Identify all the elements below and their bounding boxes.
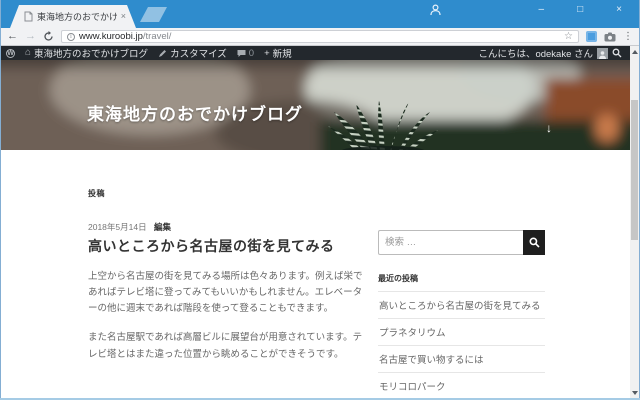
recent-post-link[interactable]: 名古屋で買い物するには <box>378 345 545 372</box>
close-button-icon[interactable]: × <box>616 5 622 15</box>
home-icon: ⌂ <box>25 47 32 58</box>
admin-greeting[interactable]: こんにちは、odekake さん <box>478 46 593 60</box>
scrollbar-down-icon[interactable] <box>630 388 639 397</box>
chrome-menu-icon[interactable]: ⋮ <box>623 31 633 42</box>
customize-pencil-icon <box>159 49 167 57</box>
scrollbar-up-icon[interactable] <box>630 47 639 56</box>
post-date: 2018年5月14日 <box>88 222 147 232</box>
extension-icon-blue[interactable] <box>586 31 597 42</box>
post-meta: 2018年5月14日 編集 <box>88 221 365 233</box>
site-header-image: 東海地方のおでかけブログ ↓ <box>0 60 640 150</box>
browser-window: 東海地方のおでかけブログ × – □ × ← → i www.kuroobi.j… <box>0 0 640 400</box>
url-host: www.kuroobi.jp <box>79 31 143 42</box>
tab-close-icon[interactable]: × <box>121 12 126 21</box>
search-widget <box>378 230 545 255</box>
window-controls: – □ × <box>539 0 622 20</box>
recent-post-link[interactable]: 高いところから名古屋の街を見てみる <box>378 291 545 318</box>
window-border <box>0 0 1 400</box>
new-label: 新規 <box>272 49 292 60</box>
extension-camera-icon[interactable] <box>604 32 616 42</box>
admin-bar-comments[interactable]: 0 <box>237 48 254 59</box>
customize-label: カスタマイズ <box>170 49 227 60</box>
recent-post-link[interactable]: モリコロパーク <box>378 372 545 399</box>
bookmark-star-icon[interactable]: ☆ <box>564 31 573 42</box>
browser-toolbar: ← → i www.kuroobi.jp/travel/ ☆ ⋮ <box>0 28 640 46</box>
recent-post-link[interactable]: プラネタリウム <box>378 318 545 345</box>
plus-icon: + <box>264 47 270 59</box>
minimize-button-icon[interactable]: – <box>539 5 545 15</box>
scroll-down-arrow-icon[interactable]: ↓ <box>546 122 552 134</box>
wp-admin-bar: W ⌂ 東海地方のおでかけブログ カスタマイズ 0 + 新規 こんにちは、ode… <box>0 46 640 60</box>
blog-title[interactable]: 東海地方のおでかけブログ <box>87 100 303 125</box>
comments-count: 0 <box>248 47 255 59</box>
sidebar: 最近の投稿 高いところから名古屋の街を見てみる プラネタリウム 名古屋で買い物す… <box>378 230 545 400</box>
page-info-icon[interactable]: i <box>67 32 75 41</box>
page-scrollbar[interactable] <box>630 46 639 398</box>
user-avatar[interactable] <box>597 47 608 59</box>
reload-icon[interactable] <box>43 31 54 42</box>
post-edit-link[interactable]: 編集 <box>154 222 171 232</box>
main-column: 投稿 2018年5月14日 編集 高いところから名古屋の街を見てみる 上空から名… <box>88 188 365 400</box>
recent-posts-heading: 最近の投稿 <box>378 274 418 283</box>
admin-bar-new[interactable]: + 新規 <box>264 46 292 61</box>
comment-bubble-icon <box>237 49 246 57</box>
search-icon <box>529 237 540 248</box>
admin-bar-site-name[interactable]: ⌂ 東海地方のおでかけブログ <box>25 46 149 61</box>
wordpress-logo-icon[interactable]: W <box>6 48 15 58</box>
post-title[interactable]: 高いところから名古屋の街を見てみる <box>88 236 365 256</box>
maximize-button-icon[interactable]: □ <box>577 5 583 15</box>
archive-label: 投稿 <box>88 189 105 198</box>
new-tab-button[interactable] <box>140 7 167 22</box>
admin-search-icon[interactable] <box>612 48 622 58</box>
page-favicon-icon <box>24 11 33 22</box>
admin-bar-customize[interactable]: カスタマイズ <box>158 46 227 60</box>
search-input[interactable] <box>378 230 523 255</box>
page-viewport: W ⌂ 東海地方のおでかけブログ カスタマイズ 0 + 新規 こんにちは、ode… <box>0 46 640 400</box>
post-article: 2018年5月14日 編集 高いところから名古屋の街を見てみる 上空から名古屋の… <box>88 221 365 363</box>
profile-icon[interactable] <box>429 3 442 16</box>
search-button[interactable] <box>523 230 545 255</box>
page-body: 投稿 2018年5月14日 編集 高いところから名古屋の街を見てみる 上空から名… <box>0 150 640 400</box>
back-icon[interactable]: ← <box>7 31 18 42</box>
forward-icon[interactable]: → <box>25 31 36 42</box>
tab-title: 東海地方のおでかけブログ <box>37 12 117 22</box>
url-address-bar[interactable]: i www.kuroobi.jp/travel/ ☆ <box>61 30 579 43</box>
recent-posts-list: 高いところから名古屋の街を見てみる プラネタリウム 名古屋で買い物するには モリ… <box>378 291 545 400</box>
site-name-label: 東海地方のおでかけブログ <box>34 49 149 60</box>
post-paragraph: 上空から名古屋の街を見てみる場所は色々あります。例えば栄であればテレビ塔に登って… <box>88 271 363 315</box>
scrollbar-thumb[interactable] <box>631 100 638 240</box>
post-paragraph: また名古屋駅であれば高層ビルに展望台が用意されています。テレビ塔とはまた違った位… <box>88 332 363 360</box>
url-path: /travel/ <box>142 31 172 42</box>
url-text: www.kuroobi.jp/travel/ <box>79 31 560 42</box>
browser-titlebar: 東海地方のおでかけブログ × – □ × <box>0 0 640 28</box>
browser-tab[interactable]: 東海地方のおでかけブログ × <box>10 5 136 28</box>
